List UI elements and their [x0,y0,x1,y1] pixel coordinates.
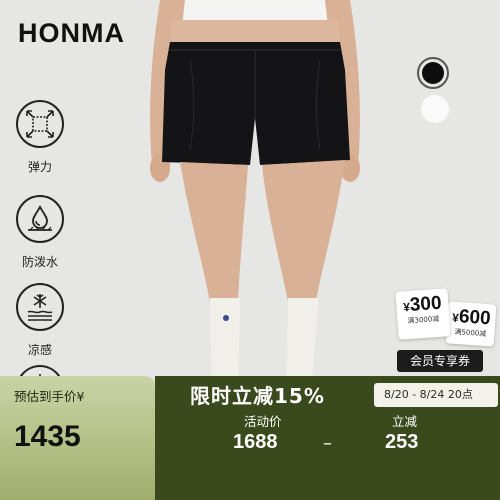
coupon-300[interactable]: ¥300 满3000减 [395,288,451,340]
feature-label: 防泼水 [21,255,58,269]
coupon-amount: ¥300 [402,292,443,316]
swatch-fill [422,62,444,84]
preorder-label: 预估到手价¥ [14,389,85,404]
activity-price: 1688 [233,431,278,453]
water-repellent-icon [16,195,64,243]
feature-cool: 凉感 [14,283,66,358]
feature-label: 弹力 [27,160,52,174]
discount-label: 立减 [392,414,418,429]
product-banner: HONMA 弹力 防泼水 凉感 ¥300 满3000减 ¥600 满5000减 … [0,0,500,500]
promo-title: 限时立减15% [190,384,325,408]
brand-logo: HONMA [18,18,125,48]
member-coupon-button[interactable]: 会员专享券 [397,350,483,372]
snowflake-cool-icon [16,283,64,331]
price-separator: – [323,433,332,454]
feature-water-repellent: 防泼水 [14,195,66,270]
stretch-arrows-icon [16,100,64,148]
coupon-600[interactable]: ¥600 满5000减 [445,301,497,347]
color-swatch-black[interactable] [417,57,449,89]
color-swatch-white[interactable] [421,95,449,123]
feature-label: 凉感 [27,343,52,357]
promo-date-range: 8/20 - 8/24 20点 [374,383,498,407]
feature-stretch: 弹力 [14,100,66,175]
activity-price-label: 活动价 [244,414,282,429]
preorder-price: 1435 [14,420,81,453]
discount-amount: 253 [385,431,419,453]
